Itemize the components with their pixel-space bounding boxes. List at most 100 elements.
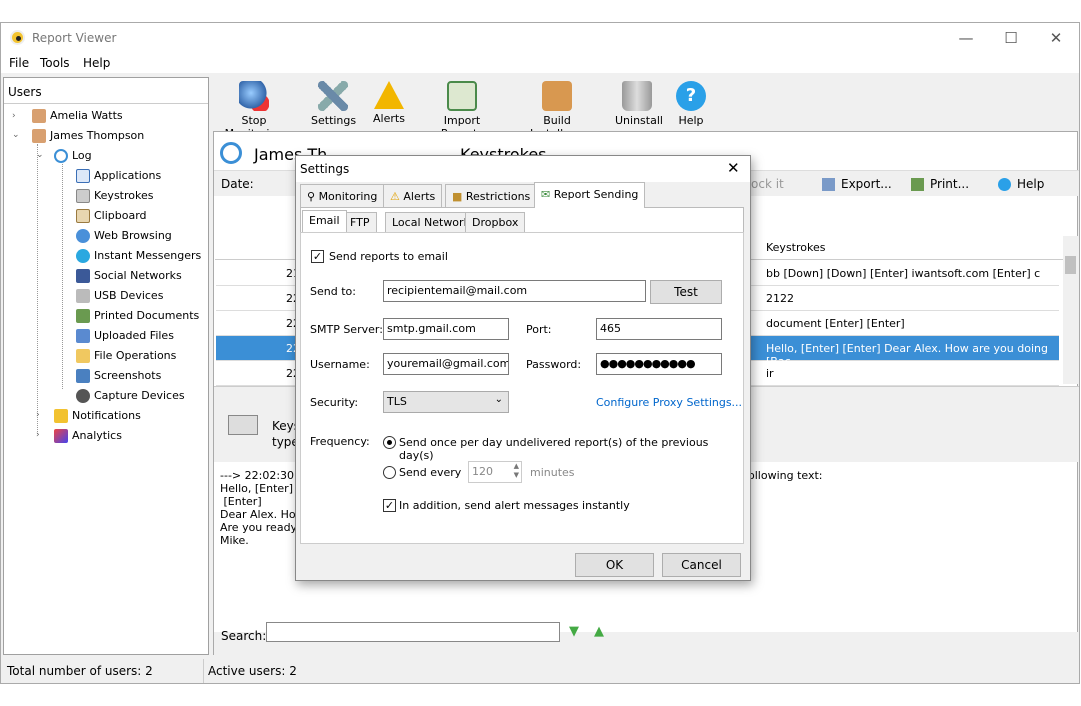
window-title: Report Viewer <box>32 31 117 45</box>
dialog-close-button[interactable]: ✕ <box>727 159 740 177</box>
security-select[interactable]: TLS ⌄ <box>383 391 509 413</box>
menu-file[interactable]: File <box>9 56 29 70</box>
lock-button[interactable]: ock it <box>751 177 784 191</box>
globe-icon <box>76 229 90 243</box>
alerts-instantly-checkbox[interactable]: ✓ <box>383 499 396 512</box>
app-logo-icon <box>10 30 25 45</box>
keyboard-icon <box>76 189 90 203</box>
tab-restrictions[interactable]: ■ Restrictions <box>445 184 538 208</box>
send-to-input[interactable]: recipientemail@mail.com <box>383 280 646 302</box>
menu-bar: File Tools Help <box>1 53 1079 73</box>
tree-user-amelia[interactable]: Amelia Watts <box>32 107 123 125</box>
search-icon <box>220 142 242 164</box>
username-input[interactable]: youremail@gmail.com <box>383 353 509 375</box>
tree-applications[interactable]: Applications <box>76 167 161 185</box>
ok-button[interactable]: OK <box>575 553 654 577</box>
tree-file-operations[interactable]: File Operations <box>76 347 176 365</box>
test-button[interactable]: Test <box>650 280 722 304</box>
security-label: Security: <box>310 396 359 409</box>
freq-every-radio[interactable] <box>383 466 396 479</box>
printer-icon <box>911 178 924 191</box>
tree-screenshots[interactable]: Screenshots <box>76 367 161 385</box>
analytics-icon <box>54 429 68 443</box>
menu-help[interactable]: Help <box>83 56 110 70</box>
item-label: Printed Documents <box>94 309 200 322</box>
maximize-button[interactable]: ☐ <box>997 27 1025 49</box>
tree-notifications[interactable]: Notifications <box>54 407 141 425</box>
settings-button[interactable]: Settings <box>311 81 356 127</box>
password-input[interactable]: ●●●●●●●●●●● <box>596 353 722 375</box>
minutes-stepper[interactable]: 120 ▲ ▼ <box>468 461 522 483</box>
tree-instant-messengers[interactable]: Instant Messengers <box>76 247 201 265</box>
item-label: Clipboard <box>94 209 147 222</box>
tab-monitoring[interactable]: ⚲ Monitoring <box>300 184 385 208</box>
subtab-dropbox[interactable]: Dropbox <box>465 212 526 232</box>
export-button[interactable]: Export... <box>822 177 892 191</box>
cell-keys: bb [Down] [Down] [Enter] iwantsoft.com [… <box>766 267 1041 280</box>
tab-alerts[interactable]: ⚠ Alerts <box>383 184 443 208</box>
tree-analytics[interactable]: Analytics <box>54 427 122 445</box>
cell-keys: ir <box>766 367 774 380</box>
log-label: Log <box>72 149 92 162</box>
user-icon <box>32 129 46 143</box>
collapse-icon[interactable]: ⌄ <box>36 150 44 160</box>
help-icon <box>998 178 1011 191</box>
expand-icon[interactable]: › <box>36 430 40 440</box>
tree-clipboard[interactable]: Clipboard <box>76 207 147 225</box>
proxy-settings-link[interactable]: Configure Proxy Settings... <box>596 396 742 409</box>
tree-web-browsing[interactable]: Web Browsing <box>76 227 172 245</box>
tree-capture-devices[interactable]: Capture Devices <box>76 387 185 405</box>
menu-tools[interactable]: Tools <box>40 56 70 70</box>
minutes-label: minutes <box>530 466 575 479</box>
users-panel: Users › Amelia Watts ⌄ James Thompson ⌄ … <box>3 77 209 655</box>
port-label: Port: <box>526 323 552 336</box>
send-reports-label: Send reports to email <box>329 250 448 263</box>
trash-icon <box>622 81 652 111</box>
user-name: Amelia Watts <box>50 109 123 122</box>
tree-printed-documents[interactable]: Printed Documents <box>76 307 199 325</box>
help-button[interactable]: ? Help <box>676 81 706 127</box>
port-input[interactable]: 465 <box>596 318 722 340</box>
cancel-button[interactable]: Cancel <box>662 553 741 577</box>
printer-icon <box>76 309 90 323</box>
subtab-email[interactable]: Email <box>302 210 347 232</box>
subtab-ftp[interactable]: FTP <box>343 212 377 232</box>
send-reports-checkbox[interactable]: ✓ <box>311 250 324 263</box>
grid-scrollbar[interactable] <box>1063 236 1078 384</box>
uninstall-button[interactable]: Uninstall <box>615 81 663 127</box>
tree-uploaded-files[interactable]: Uploaded Files <box>76 327 174 345</box>
package-icon <box>542 81 572 111</box>
expand-icon[interactable]: › <box>12 111 16 121</box>
print-button[interactable]: Print... <box>911 177 969 191</box>
expand-icon[interactable]: › <box>36 410 40 420</box>
close-button[interactable]: ✕ <box>1042 27 1070 49</box>
minimize-button[interactable]: — <box>952 27 980 49</box>
keyboard-icon <box>228 415 258 435</box>
freq-once-radio[interactable] <box>383 436 396 449</box>
stop-monitoring-icon <box>239 81 269 111</box>
item-label: Keystrokes <box>94 189 154 202</box>
help-label: Help <box>1017 177 1045 191</box>
subtab-local-network[interactable]: Local Network <box>385 212 477 232</box>
tree-keystrokes[interactable]: Keystrokes <box>76 187 153 205</box>
tab-report-sending[interactable]: ✉ Report Sending <box>534 182 646 208</box>
export-label: Export... <box>841 177 892 191</box>
search-input[interactable] <box>266 622 560 642</box>
tree-log[interactable]: Log <box>54 147 92 165</box>
alerts-button[interactable]: Alerts <box>372 81 406 125</box>
smtp-input[interactable]: smtp.gmail.com <box>383 318 509 340</box>
item-label: Notifications <box>72 409 141 422</box>
collapse-icon[interactable]: ⌄ <box>12 130 20 140</box>
tree-social-networks[interactable]: Social Networks <box>76 267 182 285</box>
status-total-users: Total number of users: 2 <box>7 664 153 678</box>
webcam-icon <box>76 389 90 403</box>
arrow-down-icon[interactable]: ▼ <box>569 624 579 639</box>
detail-right-text: ollowing text: <box>748 469 823 482</box>
toolbar: Stop Monitoring Settings Alerts Import R… <box>211 77 1079 140</box>
freq-every-label: Send every <box>399 466 462 479</box>
arrow-up-icon[interactable]: ▲ <box>594 624 604 639</box>
col-keystrokes[interactable]: Keystrokes <box>766 241 825 254</box>
tree-user-james[interactable]: James Thompson <box>32 127 144 145</box>
tree-usb-devices[interactable]: USB Devices <box>76 287 163 305</box>
help-link[interactable]: Help <box>998 177 1044 191</box>
